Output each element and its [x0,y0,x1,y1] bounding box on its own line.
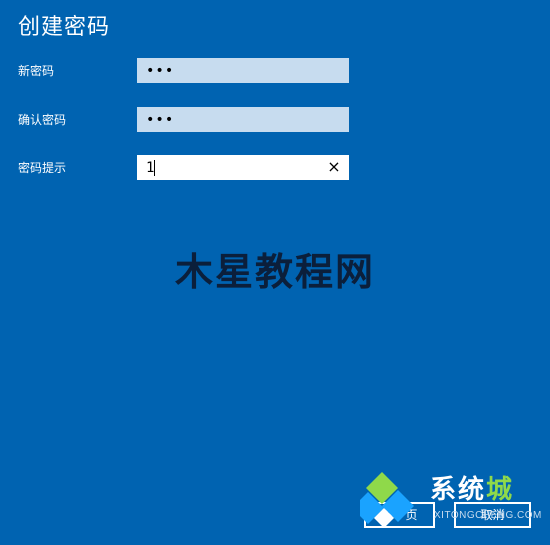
text-caret [154,160,155,176]
logo-wordmark-accent: 城 [486,475,515,505]
new-password-label: 新密码 [18,64,55,78]
xitongcheng-logo-icon [360,472,414,528]
logo-wordmark: 系统城 [430,474,514,506]
confirm-password-field[interactable]: ••• [137,107,349,132]
clear-icon[interactable]: × [326,158,342,176]
password-hint-label: 密码提示 [18,161,67,175]
logo-subtitle: XITONGCHENG.COM [434,510,542,521]
logo-wordmark-main: 系统 [430,475,487,505]
confirm-password-value: ••• [146,112,175,128]
page-title: 创建密码 [18,15,111,40]
new-password-field[interactable]: ••• [137,58,349,83]
confirm-password-label: 确认密码 [18,113,67,127]
password-hint-field[interactable]: 1 × [137,155,349,180]
new-password-value: ••• [146,63,175,79]
watermark-text: 木星教程网 [174,250,375,294]
